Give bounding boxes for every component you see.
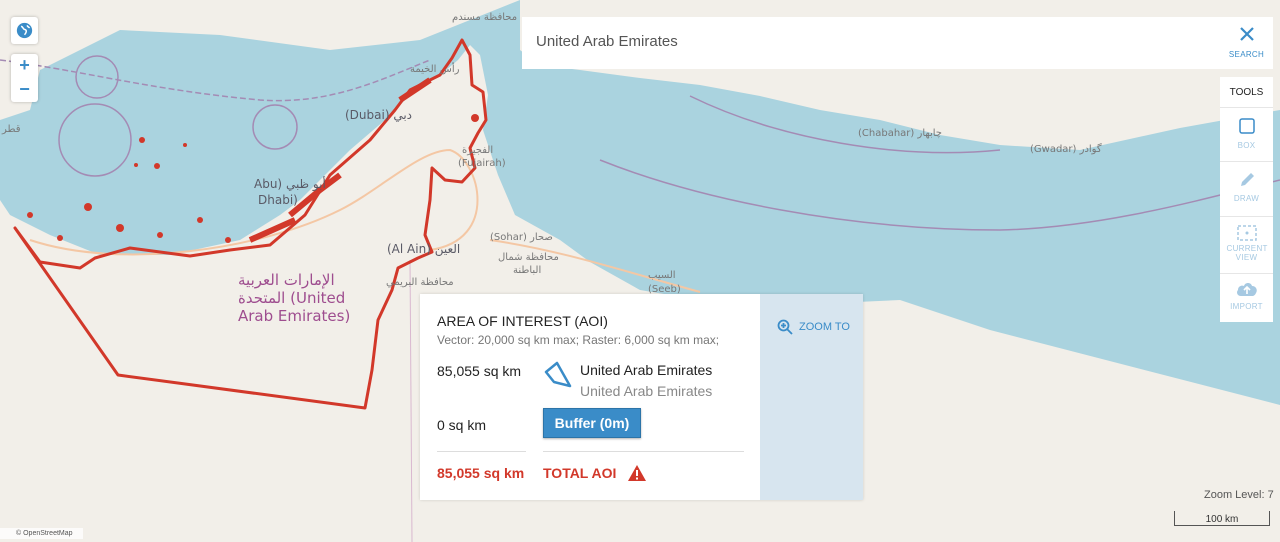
current-view-button[interactable]: CURRENT VIEW: [1220, 217, 1273, 274]
svg-text:Abu) أبو ظبي: Abu) أبو ظبي: [254, 176, 326, 192]
current-view-label: CURRENT VIEW: [1226, 244, 1268, 262]
divider: [543, 451, 744, 452]
search-label: SEARCH: [1228, 50, 1265, 59]
svg-text:رأس الخيمة: رأس الخيمة: [410, 62, 460, 75]
zoom-level: Zoom Level: 7: [1204, 489, 1274, 501]
aoi-title: AREA OF INTEREST (AOI): [437, 313, 608, 329]
svg-text:(Dubai) دبي: (Dubai) دبي: [345, 108, 412, 122]
svg-text:Dhabi): Dhabi): [258, 193, 298, 207]
aoi-name-sub: United Arab Emirates: [580, 383, 713, 399]
zoom-to-label: ZOOM TO: [799, 321, 850, 333]
svg-text:محافظة البريمي: محافظة البريمي: [386, 277, 454, 288]
aoi-panel: AREA OF INTEREST (AOI) Vector: 20,000 sq…: [420, 294, 863, 500]
svg-text:(Fujairah): (Fujairah): [458, 158, 506, 169]
total-aoi-label: TOTAL AOI: [543, 465, 617, 481]
tools-header[interactable]: TOOLS: [1220, 77, 1273, 108]
tools-panel: TOOLS BOX DRAW CURRENT VIEW IMPORT: [1220, 77, 1273, 322]
tools-label: TOOLS: [1229, 86, 1264, 98]
import-label: IMPORT: [1230, 302, 1263, 311]
aoi-limits: Vector: 20,000 sq km max; Raster: 6,000 …: [437, 333, 720, 347]
divider: [437, 451, 526, 452]
zoom-control: + −: [11, 54, 38, 102]
zoom-in-icon: [777, 319, 793, 335]
zoom-to-button[interactable]: ZOOM TO: [777, 319, 850, 335]
zoom-out-button[interactable]: −: [11, 78, 38, 102]
aoi-side-panel: ZOOM TO: [760, 294, 863, 500]
polygon-icon: [544, 361, 572, 388]
svg-text:الفجيرة: الفجيرة: [462, 145, 493, 156]
svg-text:السيب: السيب: [648, 270, 676, 281]
draw-tool-button[interactable]: DRAW: [1220, 162, 1273, 217]
buffer-button[interactable]: Buffer (0m): [543, 408, 641, 438]
search-bar: [522, 17, 1220, 69]
zoom-in-button[interactable]: +: [11, 54, 38, 78]
svg-text:(Gwadar) گوادر: (Gwadar) گوادر: [1030, 143, 1102, 155]
svg-text:محافظة مسندم: محافظة مسندم: [452, 12, 517, 23]
total-area: 85,055 sq km: [437, 465, 525, 481]
svg-text:محافظة شمال: محافظة شمال: [498, 252, 559, 263]
scale-bar: 100 km: [1174, 511, 1270, 526]
svg-text:(Chabahar) چابهار: (Chabahar) چابهار: [858, 128, 942, 139]
svg-text:المتحدة (United: المتحدة (United: [238, 289, 345, 307]
aoi-area: 85,055 sq km: [437, 363, 522, 379]
svg-text:Arab Emirates): Arab Emirates): [238, 307, 350, 325]
svg-text:الباطنة: الباطنة: [513, 265, 541, 276]
draw-label: DRAW: [1233, 194, 1260, 203]
import-button[interactable]: IMPORT: [1220, 274, 1273, 324]
box-label: BOX: [1237, 141, 1256, 150]
globe-icon: [16, 22, 33, 39]
attribution[interactable]: © OpenStreetMap: [0, 528, 83, 539]
svg-text:الإمارات العربية: الإمارات العربية: [238, 271, 335, 289]
current-view-icon: [1236, 225, 1257, 241]
cloud-upload-icon: [1236, 283, 1257, 296]
svg-text:قطر: قطر: [1, 124, 21, 135]
warning-icon: [628, 465, 646, 481]
search-input[interactable]: [534, 32, 1138, 51]
search-toggle[interactable]: SEARCH: [1220, 17, 1273, 69]
svg-text:(Sohar) صحار: (Sohar) صحار: [490, 232, 553, 243]
svg-text:(Al Ain) العين: (Al Ain) العين: [387, 242, 460, 257]
pencil-icon: [1240, 173, 1254, 186]
close-icon: [1239, 27, 1254, 41]
globe-button[interactable]: [11, 17, 38, 44]
buffer-area: 0 sq km: [437, 417, 487, 433]
box-icon: [1238, 118, 1255, 134]
box-tool-button[interactable]: BOX: [1220, 108, 1273, 162]
aoi-name: United Arab Emirates: [580, 362, 713, 378]
